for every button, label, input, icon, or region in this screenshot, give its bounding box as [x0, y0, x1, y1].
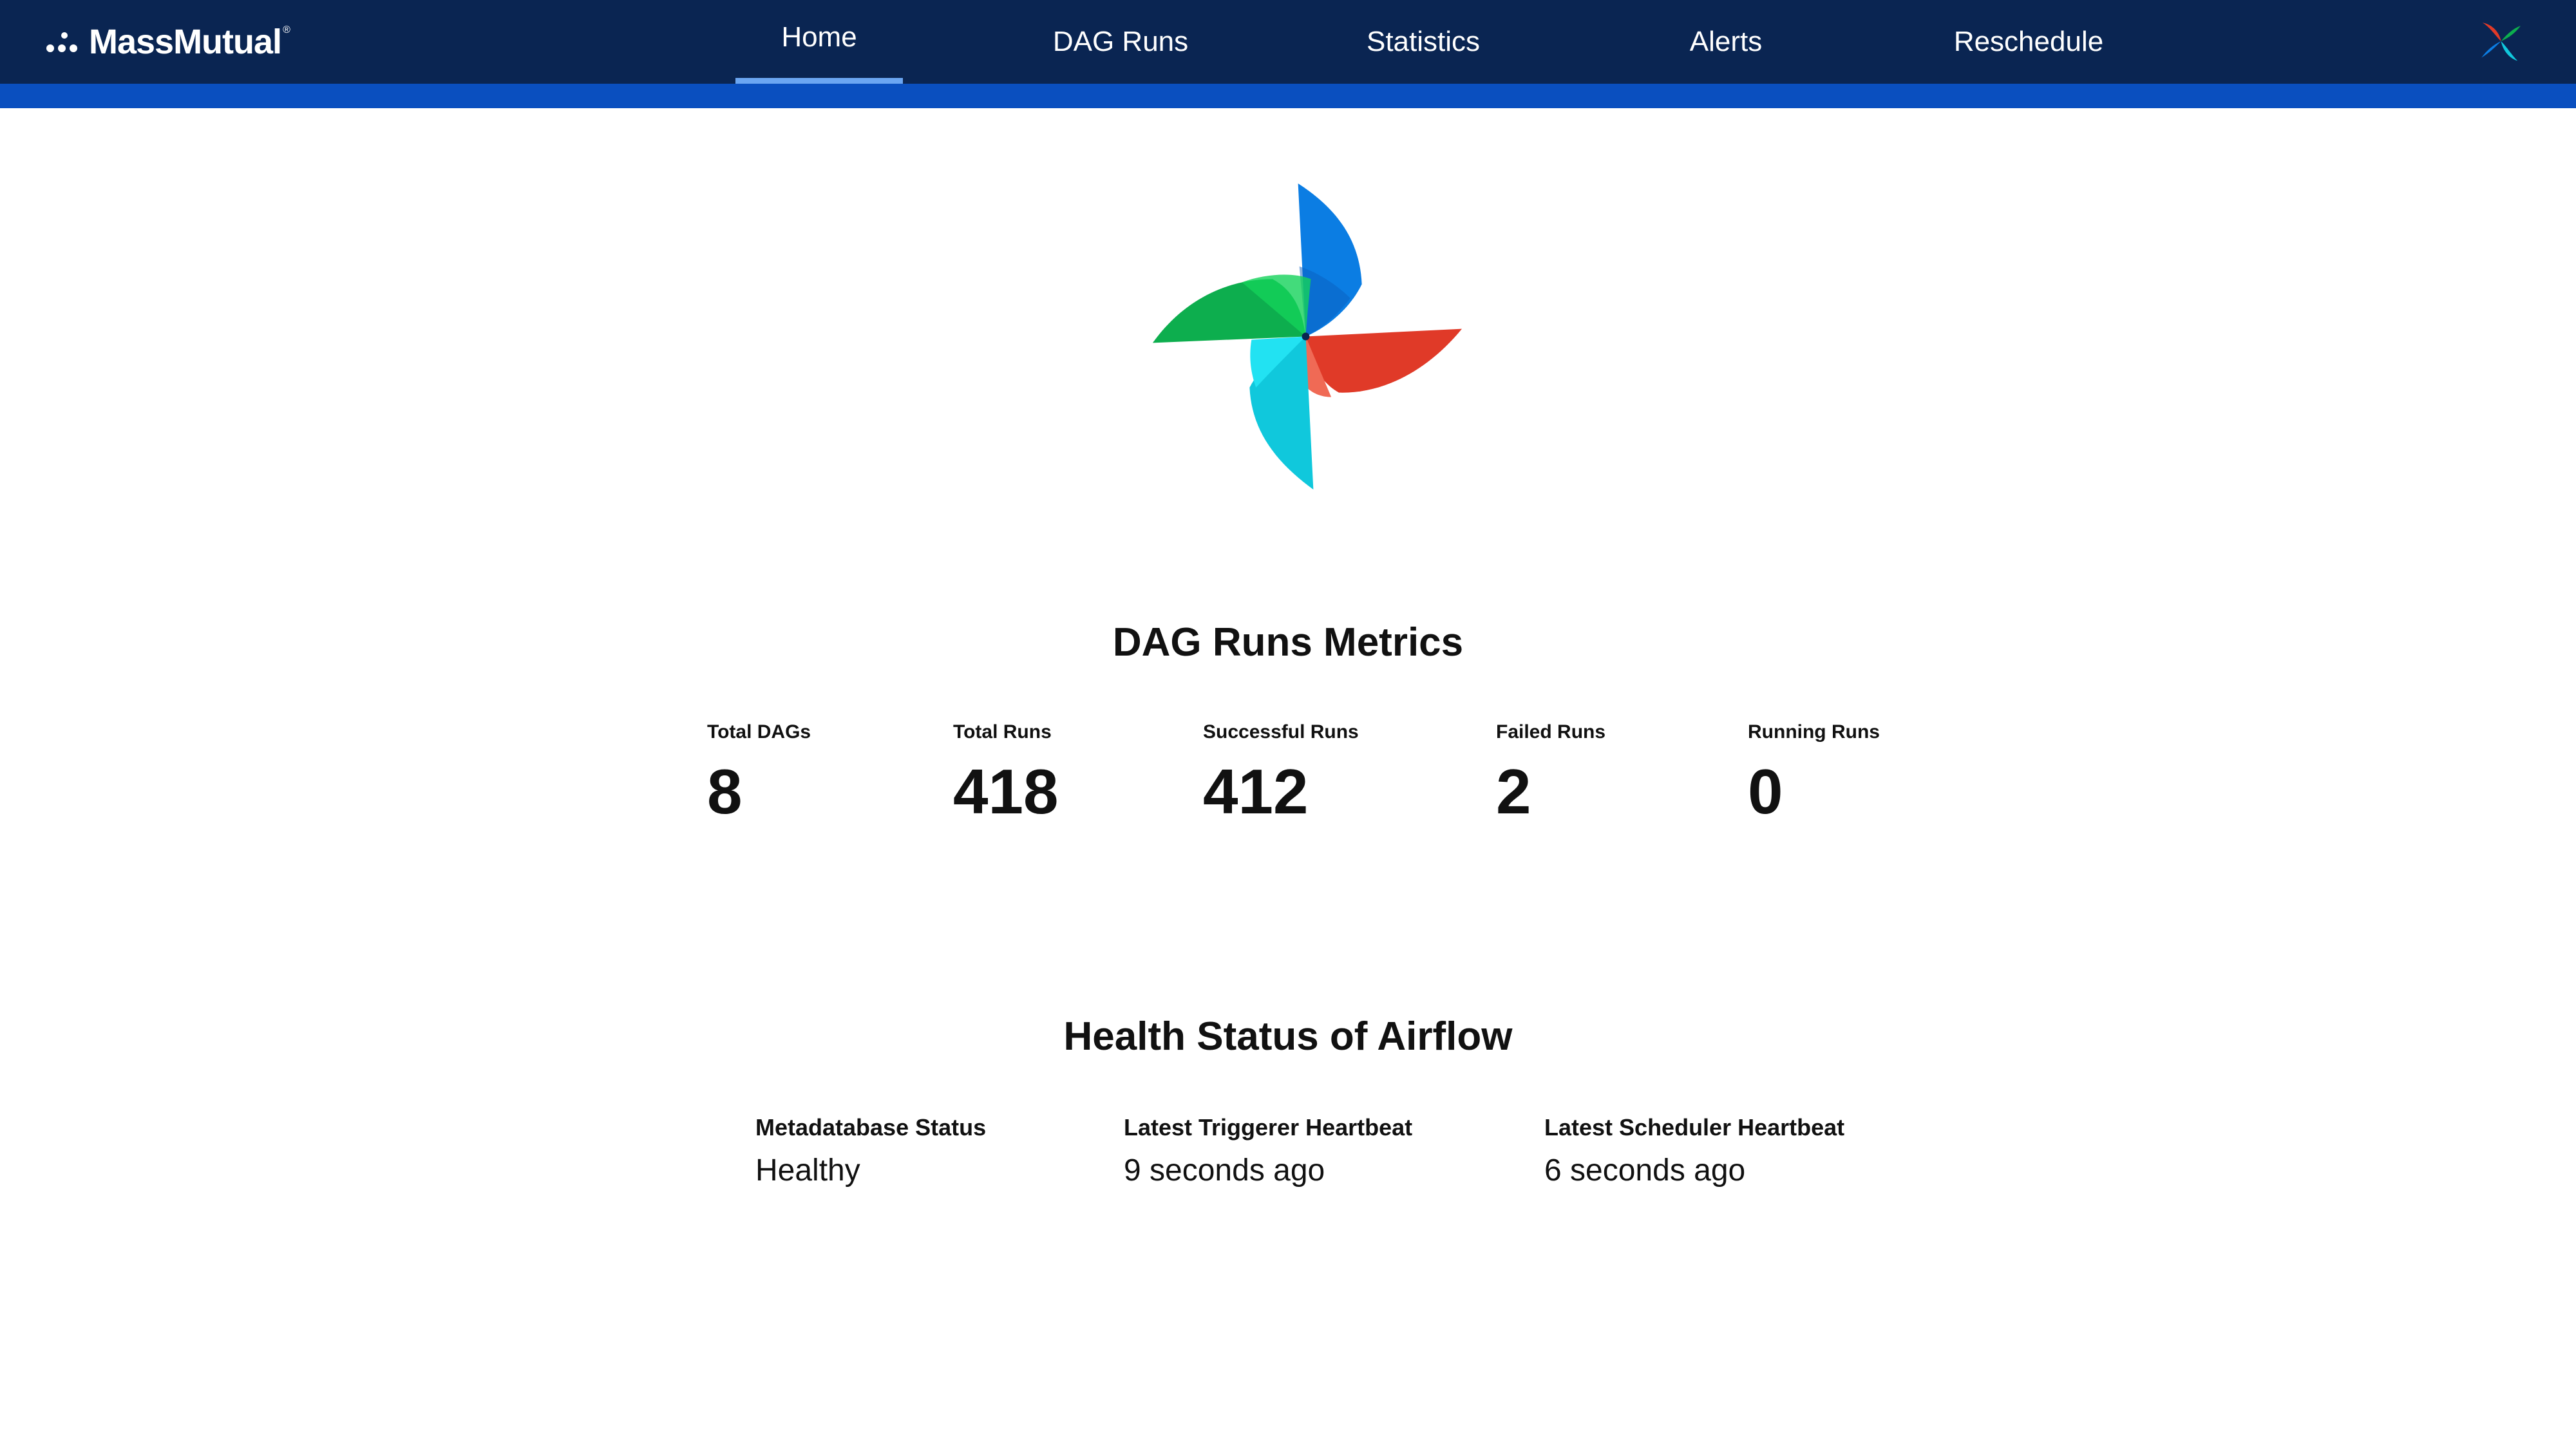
metric-label: Running Runs — [1748, 721, 1880, 743]
tab-statistics[interactable]: Statistics — [1333, 0, 1513, 84]
health-label: Metadatabase Status — [755, 1114, 987, 1141]
metrics-title: DAG Runs Metrics — [1112, 620, 1464, 665]
metric-total-dags: Total DAGs 8 — [707, 721, 811, 823]
nav-accent-strip — [0, 84, 2576, 108]
metric-label: Failed Runs — [1496, 721, 1606, 743]
tab-alerts-label: Alerts — [1689, 26, 1763, 57]
tab-home-label: Home — [781, 21, 857, 53]
metric-label: Total DAGs — [707, 721, 811, 743]
metric-failed-runs: Failed Runs 2 — [1496, 721, 1605, 823]
health-title: Health Status of Airflow — [1063, 1014, 1513, 1059]
tab-reschedule[interactable]: Reschedule — [1938, 0, 2119, 84]
metric-label: Successful Runs — [1203, 721, 1359, 743]
airflow-pinwheel-icon — [1152, 183, 1463, 490]
brand-dots-icon — [46, 32, 77, 52]
metric-running-runs: Running Runs 0 — [1748, 721, 1880, 823]
health-value: 9 seconds ago — [1124, 1153, 1325, 1188]
brand-registered-mark: ® — [283, 24, 290, 35]
tab-reschedule-label: Reschedule — [1953, 26, 2104, 57]
tab-statistics-label: Statistics — [1366, 26, 1481, 57]
tab-dag-runs-label: DAG Runs — [1052, 26, 1189, 57]
metric-value: 2 — [1496, 756, 1531, 827]
brand-logo[interactable]: MassMutual ® — [45, 21, 290, 63]
metric-total-runs: Total Runs 418 — [953, 721, 1059, 823]
page: MassMutual ® Home DAG Runs Statistics Al… — [0, 0, 2576, 1449]
brand-name: MassMutual — [89, 23, 282, 61]
health-triggerer-heartbeat: Latest Triggerer Heartbeat 9 seconds ago — [1124, 1114, 1412, 1188]
health-metadatabase-status: Metadatabase Status Healthy — [755, 1114, 986, 1188]
metric-value: 0 — [1748, 756, 1783, 827]
health-scheduler-heartbeat: Latest Scheduler Heartbeat 6 seconds ago — [1544, 1114, 1844, 1188]
metric-successful-runs: Successful Runs 412 — [1203, 721, 1359, 823]
health-value: 6 seconds ago — [1544, 1153, 1746, 1188]
metric-value: 418 — [953, 756, 1059, 827]
tab-dag-runs[interactable]: DAG Runs — [1030, 0, 1211, 84]
health-label: Latest Scheduler Heartbeat — [1544, 1114, 1845, 1141]
metric-value: 8 — [707, 756, 743, 827]
metric-value: 412 — [1203, 756, 1309, 827]
airflow-pinwheel-icon[interactable] — [2474, 15, 2526, 67]
top-navbar: MassMutual ® Home DAG Runs Statistics Al… — [0, 0, 2576, 84]
tab-home[interactable]: Home — [735, 0, 903, 84]
health-value: Healthy — [755, 1153, 860, 1188]
health-label: Latest Triggerer Heartbeat — [1124, 1114, 1413, 1141]
tab-alerts[interactable]: Alerts — [1636, 0, 1816, 84]
metric-label: Total Runs — [953, 721, 1052, 743]
